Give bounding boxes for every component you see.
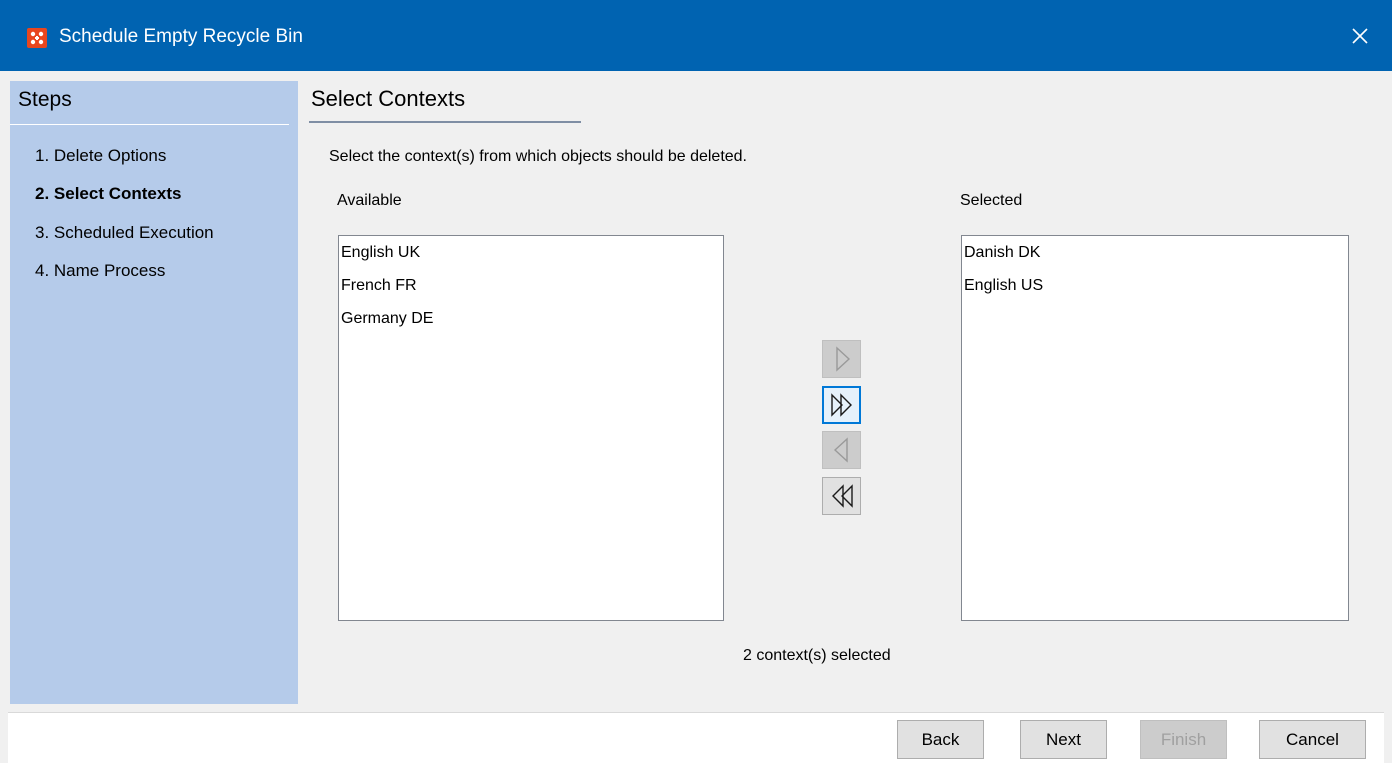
list-item[interactable]: French FR xyxy=(341,275,417,297)
page-title: Select Contexts xyxy=(311,86,466,111)
selected-list[interactable]: Danish DK English US xyxy=(961,235,1349,621)
title-divider xyxy=(309,121,581,123)
double-chevron-right-icon xyxy=(830,393,852,417)
chevron-left-icon xyxy=(833,437,848,463)
next-button[interactable]: Next xyxy=(1020,720,1107,759)
selected-label: Selected xyxy=(960,192,1023,209)
list-item[interactable]: Danish DK xyxy=(964,242,1040,264)
instruction-text: Select the context(s) from which objects… xyxy=(329,148,747,165)
list-item[interactable]: English US xyxy=(964,275,1043,297)
close-button[interactable] xyxy=(1338,16,1382,56)
steps-sidebar xyxy=(10,81,298,704)
close-icon xyxy=(1352,28,1368,44)
step-scheduled-execution: 3. Scheduled Execution xyxy=(35,223,214,242)
step-delete-options: 1. Delete Options xyxy=(35,146,167,165)
double-chevron-left-icon xyxy=(831,484,853,508)
add-all-button[interactable] xyxy=(822,386,861,424)
available-list[interactable]: English UK French FR Germany DE xyxy=(338,235,724,621)
cancel-button[interactable]: Cancel xyxy=(1259,720,1366,759)
chevron-right-icon xyxy=(835,346,850,372)
step-name-process: 4. Name Process xyxy=(35,261,166,280)
available-label: Available xyxy=(337,192,402,209)
remove-all-button[interactable] xyxy=(822,477,861,515)
list-item[interactable]: Germany DE xyxy=(341,308,433,330)
remove-selected-button[interactable] xyxy=(822,431,861,469)
steps-title: Steps xyxy=(18,88,72,111)
window-title: Schedule Empty Recycle Bin xyxy=(59,26,303,47)
selection-count-status: 2 context(s) selected xyxy=(743,647,891,664)
steps-divider xyxy=(10,124,289,125)
dialog-window: Schedule Empty Recycle Bin Steps 1. Dele… xyxy=(0,0,1392,763)
back-button[interactable]: Back xyxy=(897,720,984,759)
title-bar: Schedule Empty Recycle Bin xyxy=(0,0,1392,71)
list-item[interactable]: English UK xyxy=(341,242,420,264)
app-logo-icon xyxy=(27,28,47,48)
step-select-contexts: 2. Select Contexts xyxy=(35,184,182,203)
finish-button[interactable]: Finish xyxy=(1140,720,1227,759)
add-selected-button[interactable] xyxy=(822,340,861,378)
